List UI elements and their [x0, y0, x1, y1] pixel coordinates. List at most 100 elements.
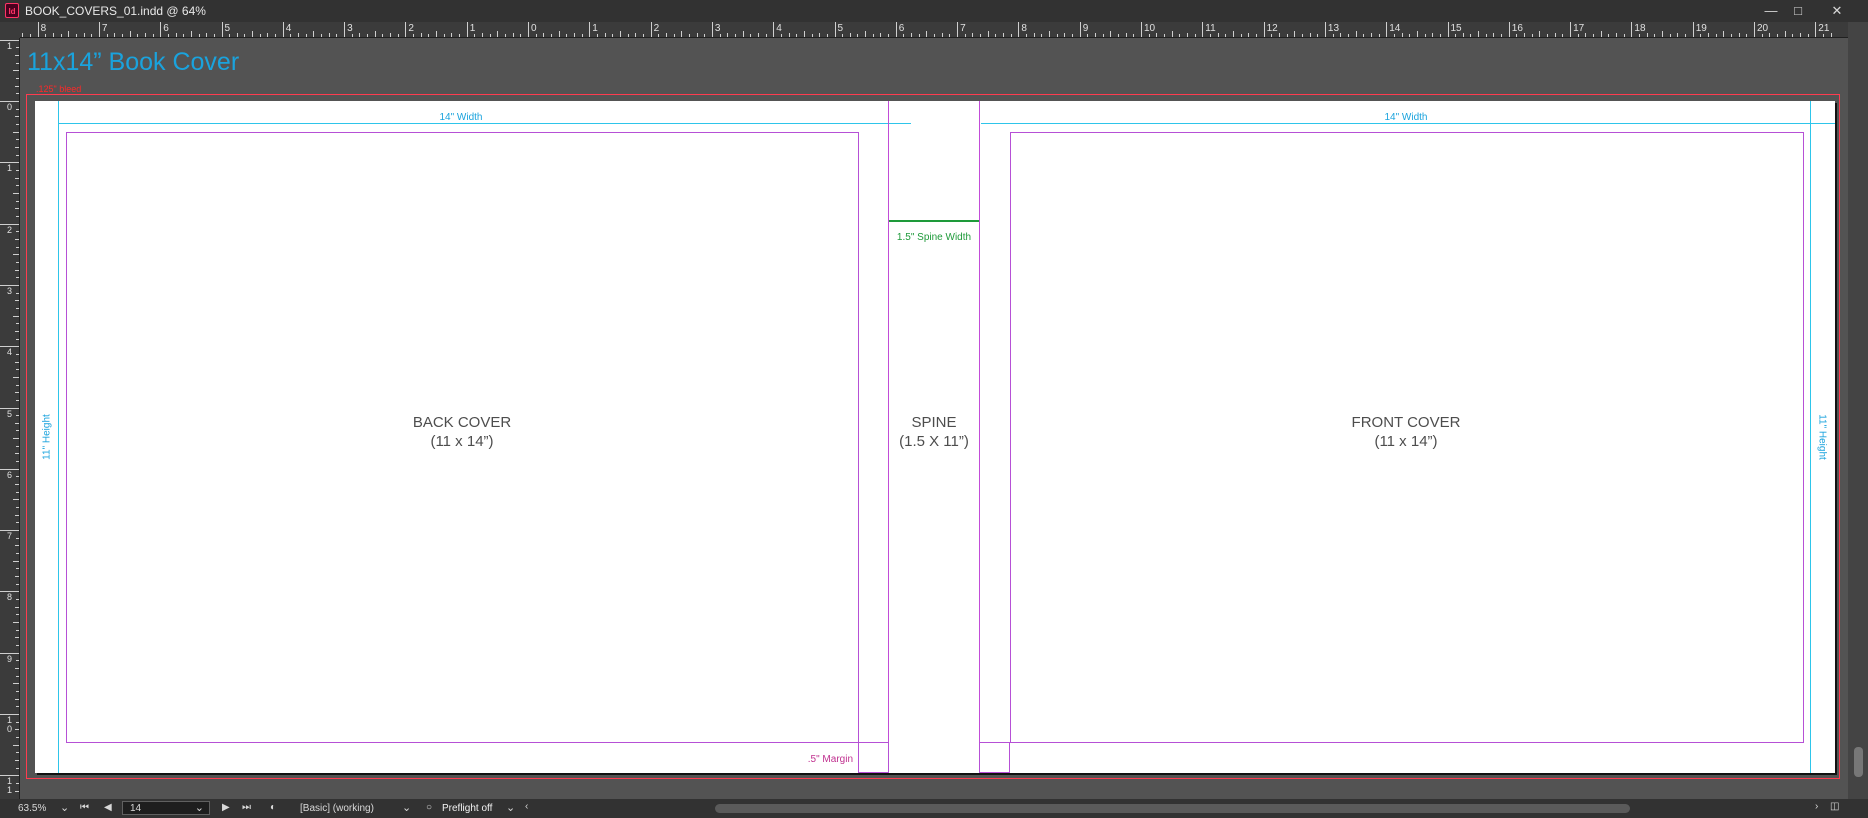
ruler-tick: [0, 407, 19, 409]
vertical-scrollbar[interactable]: [1848, 22, 1868, 799]
zoom-level[interactable]: 63.5%: [18, 803, 46, 814]
ruler-tick: [16, 307, 19, 309]
ruler-tick: [15, 330, 19, 332]
ruler-tick: [16, 553, 19, 555]
ruler-tick: [926, 31, 928, 37]
ruler-tick: [1830, 33, 1832, 37]
ruler-tick: [627, 34, 629, 37]
ruler-tick: [16, 782, 19, 784]
ruler-tick: [45, 34, 47, 37]
ruler-tick: [1209, 34, 1211, 37]
ruler-tick: [665, 33, 667, 37]
front-cover-label[interactable]: FRONT COVER (11 x 14”): [1306, 413, 1506, 451]
zoom-dropdown-chevron-icon[interactable]: ⌄: [60, 801, 69, 814]
preflight-menu-chevron-icon[interactable]: ⌄: [506, 801, 515, 814]
maximize-button[interactable]: □: [1785, 1, 1811, 21]
vertical-ruler[interactable]: 101234567891 01 1: [0, 38, 20, 799]
ruler-tick: [15, 545, 19, 547]
ruler-label: 17: [1573, 23, 1585, 34]
ruler-tick: [1301, 34, 1303, 37]
close-button[interactable]: ✕: [1824, 1, 1850, 21]
ruler-tick: [1033, 33, 1035, 37]
horizontal-ruler[interactable]: 8 7 6 5 4 3 2 1 0 1 2 3 4 5 6 7 8 9 10 11 12 13 14 15 16 17 18 19 20…: [20, 22, 1848, 38]
ruler-tick: [15, 453, 19, 455]
open-page-icon[interactable]: ◐: [270, 802, 276, 813]
ruler-tick: [16, 231, 19, 233]
split-layout-icon[interactable]: ◫: [1830, 801, 1839, 812]
ruler-tick: [1746, 34, 1748, 37]
ruler-label: 1 0: [7, 715, 13, 734]
ruler-tick: [13, 192, 19, 194]
ruler-tick: [1324, 22, 1326, 37]
left-height-label[interactable]: 11" Height: [42, 414, 53, 460]
right-height-label[interactable]: 11" Height: [1817, 414, 1828, 460]
ruler-tick: [282, 22, 284, 37]
ruler-tick: [1386, 22, 1388, 37]
ruler-tick: [1700, 34, 1702, 37]
page-dropdown-chevron-icon[interactable]: ⌄: [195, 801, 204, 814]
ruler-label: 1: [7, 163, 13, 174]
scroll-right-icon[interactable]: ›: [1815, 801, 1818, 812]
ruler-tick: [313, 31, 315, 37]
horizontal-scrollbar[interactable]: [715, 804, 1630, 813]
page-number-field[interactable]: 14 ⌄: [122, 801, 210, 815]
ruler-tick: [16, 491, 19, 493]
ruler-tick: [604, 33, 606, 37]
cover-heading[interactable]: 11x14” Book Cover: [27, 48, 239, 77]
bleed-label[interactable]: .125" bleed: [36, 84, 81, 94]
ruler-tick: [16, 369, 19, 371]
ruler-tick: [15, 116, 19, 118]
ruler-tick: [1056, 34, 1058, 37]
ruler-tick: [16, 629, 19, 631]
back-cover-label[interactable]: BACK COVER (11 x 14”): [362, 413, 562, 451]
ruler-tick: [1761, 34, 1763, 37]
ruler-tick: [987, 31, 989, 37]
front-width-label[interactable]: 14" Width: [1306, 112, 1506, 123]
ruler-tick: [1118, 34, 1119, 37]
ruler-tick: [436, 31, 438, 37]
ruler-tick: [29, 34, 31, 37]
ruler-tick: [0, 346, 19, 348]
preflight-profile[interactable]: [Basic] (working): [300, 803, 374, 814]
previous-page-icon[interactable]: ◀: [104, 802, 112, 813]
ruler-tick: [1516, 34, 1518, 37]
ruler-tick: [16, 47, 19, 49]
vertical-scroll-thumb[interactable]: [1854, 747, 1863, 777]
ruler-tick: [466, 22, 468, 37]
ruler-tick: [681, 31, 683, 37]
ruler-tick: [1317, 34, 1319, 37]
spine-width-label[interactable]: 1.5" Spine Width: [889, 232, 979, 243]
ruler-tick: [390, 33, 392, 37]
indesign-app-icon: Id: [5, 3, 19, 18]
first-page-icon[interactable]: ⏮: [80, 802, 89, 813]
ruler-label: 14: [1389, 23, 1401, 34]
ruler-tick: [1769, 33, 1771, 37]
back-width-label[interactable]: 14" Width: [361, 112, 561, 123]
ruler-tick: [16, 338, 19, 340]
ruler-tick: [1815, 22, 1817, 37]
ruler-tick: [497, 31, 499, 37]
ruler-tick: [213, 34, 215, 37]
spine-label[interactable]: SPINE (1.5 X 11”): [834, 413, 1034, 451]
ruler-tick: [15, 668, 19, 670]
ruler-tick: [1163, 34, 1165, 37]
ruler-tick: [1240, 34, 1242, 37]
ruler-origin-corner[interactable]: [0, 22, 20, 38]
margin-label[interactable]: .5" Margin: [741, 754, 853, 765]
ruler-tick: [183, 34, 185, 37]
ruler-tick: [1255, 34, 1257, 37]
ruler-tick: [328, 33, 330, 37]
next-page-icon[interactable]: ▶: [222, 802, 230, 813]
spread-page[interactable]: 1.5" Spine Width 14" Width 14" Width .5"…: [35, 101, 1835, 773]
ruler-tick: [581, 34, 583, 37]
ruler-tick: [1776, 34, 1778, 37]
spine-size: (1.5 X 11”): [899, 433, 969, 450]
ruler-tick: [1485, 34, 1487, 37]
minimize-button[interactable]: —: [1758, 1, 1784, 21]
scroll-left-icon[interactable]: ‹: [525, 801, 528, 812]
preflight-status[interactable]: Preflight off: [442, 803, 492, 814]
last-page-icon[interactable]: ⏭: [242, 802, 251, 813]
profile-dropdown-chevron-icon[interactable]: ⌄: [402, 801, 411, 814]
ruler-tick: [52, 33, 54, 37]
status-bar: 63.5% ⌄ ⏮ ◀ 14 ⌄ ▶ ⏭ ◐ [Basic] (working)…: [0, 799, 1868, 818]
